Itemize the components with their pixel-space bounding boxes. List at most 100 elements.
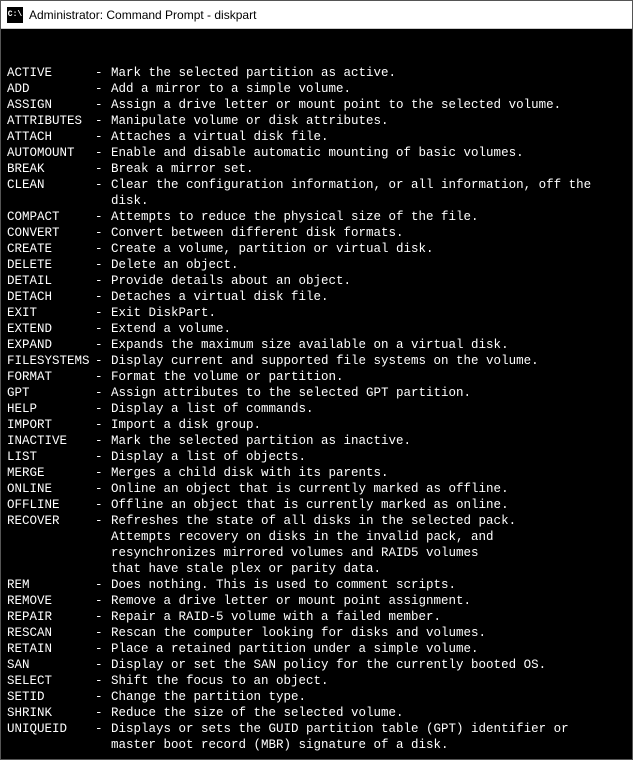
command-name: DETACH — [7, 289, 95, 305]
command-separator: - — [95, 321, 111, 337]
command-row: OFFLINE- Offline an object that is curre… — [7, 497, 626, 513]
command-description: Rescan the computer looking for disks an… — [111, 625, 626, 641]
command-name: EXPAND — [7, 337, 95, 353]
command-description: Displays or sets the GUID partition tabl… — [111, 721, 626, 737]
cmd-icon: C:\ — [7, 7, 23, 23]
command-name: UNIQUEID — [7, 721, 95, 737]
command-name: DELETE — [7, 257, 95, 273]
command-description: Clear the configuration information, or … — [111, 177, 626, 193]
command-separator: - — [95, 385, 111, 401]
command-separator: - — [95, 145, 111, 161]
command-row: IMPORT- Import a disk group. — [7, 417, 626, 433]
command-row: EXPAND- Expands the maximum size availab… — [7, 337, 626, 353]
command-separator: - — [95, 177, 111, 193]
command-name: EXTEND — [7, 321, 95, 337]
command-name: RESCAN — [7, 625, 95, 641]
command-separator: - — [95, 705, 111, 721]
command-name: OFFLINE — [7, 497, 95, 513]
titlebar-text: Administrator: Command Prompt - diskpart — [29, 8, 256, 22]
command-description: Refreshes the state of all disks in the … — [111, 513, 626, 529]
command-separator: - — [95, 273, 111, 289]
command-row: REM- Does nothing. This is used to comme… — [7, 577, 626, 593]
command-separator: - — [95, 353, 111, 369]
command-description: Exit DiskPart. — [111, 305, 626, 321]
command-name: CREATE — [7, 241, 95, 257]
command-row: SHRINK- Reduce the size of the selected … — [7, 705, 626, 721]
command-name: ASSIGN — [7, 97, 95, 113]
command-name: REPAIR — [7, 609, 95, 625]
command-description: Assign a drive letter or mount point to … — [111, 97, 626, 113]
command-row: ASSIGN- Assign a drive letter or mount p… — [7, 97, 626, 113]
command-name: REM — [7, 577, 95, 593]
command-row: DETACH- Detaches a virtual disk file. — [7, 289, 626, 305]
titlebar[interactable]: C:\ Administrator: Command Prompt - disk… — [1, 1, 632, 29]
command-name: RETAIN — [7, 641, 95, 657]
command-row: FORMAT- Format the volume or partition. — [7, 369, 626, 385]
command-name: SETID — [7, 689, 95, 705]
command-separator: - — [95, 401, 111, 417]
command-separator: - — [95, 673, 111, 689]
command-row: CLEAN- Clear the configuration informati… — [7, 177, 626, 193]
command-description: Extend a volume. — [111, 321, 626, 337]
command-row: CONVERT- Convert between different disk … — [7, 225, 626, 241]
command-row: AUTOMOUNT- Enable and disable automatic … — [7, 145, 626, 161]
command-description: Change the partition type. — [111, 689, 626, 705]
command-row: REPAIR- Repair a RAID-5 volume with a fa… — [7, 609, 626, 625]
command-name: ATTACH — [7, 129, 95, 145]
command-description: Provide details about an object. — [111, 273, 626, 289]
command-separator: - — [95, 689, 111, 705]
command-row: EXIT- Exit DiskPart. — [7, 305, 626, 321]
command-separator: - — [95, 641, 111, 657]
terminal-output[interactable]: ACTIVE- Mark the selected partition as a… — [1, 29, 632, 759]
command-name: EXIT — [7, 305, 95, 321]
command-separator: - — [95, 657, 111, 673]
command-row: ACTIVE- Mark the selected partition as a… — [7, 65, 626, 81]
command-row: GPT- Assign attributes to the selected G… — [7, 385, 626, 401]
command-row: ONLINE- Online an object that is current… — [7, 481, 626, 497]
command-row: DELETE- Delete an object. — [7, 257, 626, 273]
command-row: SELECT- Shift the focus to an object. — [7, 673, 626, 689]
command-description: Delete an object. — [111, 257, 626, 273]
command-description: Add a mirror to a simple volume. — [111, 81, 626, 97]
command-description: Display a list of objects. — [111, 449, 626, 465]
command-row: HELP- Display a list of commands. — [7, 401, 626, 417]
command-description-continuation: master boot record (MBR) signature of a … — [7, 737, 626, 753]
command-separator: - — [95, 65, 111, 81]
command-name: FILESYSTEMS — [7, 353, 95, 369]
command-description: Reduce the size of the selected volume. — [111, 705, 626, 721]
command-row: INACTIVE- Mark the selected partition as… — [7, 433, 626, 449]
command-name: GPT — [7, 385, 95, 401]
command-row: BREAK- Break a mirror set. — [7, 161, 626, 177]
command-separator: - — [95, 129, 111, 145]
command-separator: - — [95, 481, 111, 497]
command-name: LIST — [7, 449, 95, 465]
command-name: SELECT — [7, 673, 95, 689]
command-description: Detaches a virtual disk file. — [111, 289, 626, 305]
command-name: RECOVER — [7, 513, 95, 529]
command-description: Does nothing. This is used to comment sc… — [111, 577, 626, 593]
command-name: CONVERT — [7, 225, 95, 241]
command-description: Remove a drive letter or mount point ass… — [111, 593, 626, 609]
command-separator: - — [95, 337, 111, 353]
command-separator: - — [95, 721, 111, 737]
command-description: Shift the focus to an object. — [111, 673, 626, 689]
command-description: Enable and disable automatic mounting of… — [111, 145, 626, 161]
command-description: Manipulate volume or disk attributes. — [111, 113, 626, 129]
command-description: Merges a child disk with its parents. — [111, 465, 626, 481]
command-description: Mark the selected partition as inactive. — [111, 433, 626, 449]
command-name: BREAK — [7, 161, 95, 177]
command-separator: - — [95, 113, 111, 129]
command-separator: - — [95, 369, 111, 385]
command-row: RECOVER- Refreshes the state of all disk… — [7, 513, 626, 529]
command-separator: - — [95, 449, 111, 465]
command-description: Break a mirror set. — [111, 161, 626, 177]
command-separator: - — [95, 81, 111, 97]
command-row: ADD- Add a mirror to a simple volume. — [7, 81, 626, 97]
command-separator: - — [95, 497, 111, 513]
command-name: ATTRIBUTES — [7, 113, 95, 129]
command-row: COMPACT- Attempts to reduce the physical… — [7, 209, 626, 225]
command-separator: - — [95, 417, 111, 433]
command-separator: - — [95, 97, 111, 113]
command-description: Expands the maximum size available on a … — [111, 337, 626, 353]
command-row: ATTRIBUTES- Manipulate volume or disk at… — [7, 113, 626, 129]
